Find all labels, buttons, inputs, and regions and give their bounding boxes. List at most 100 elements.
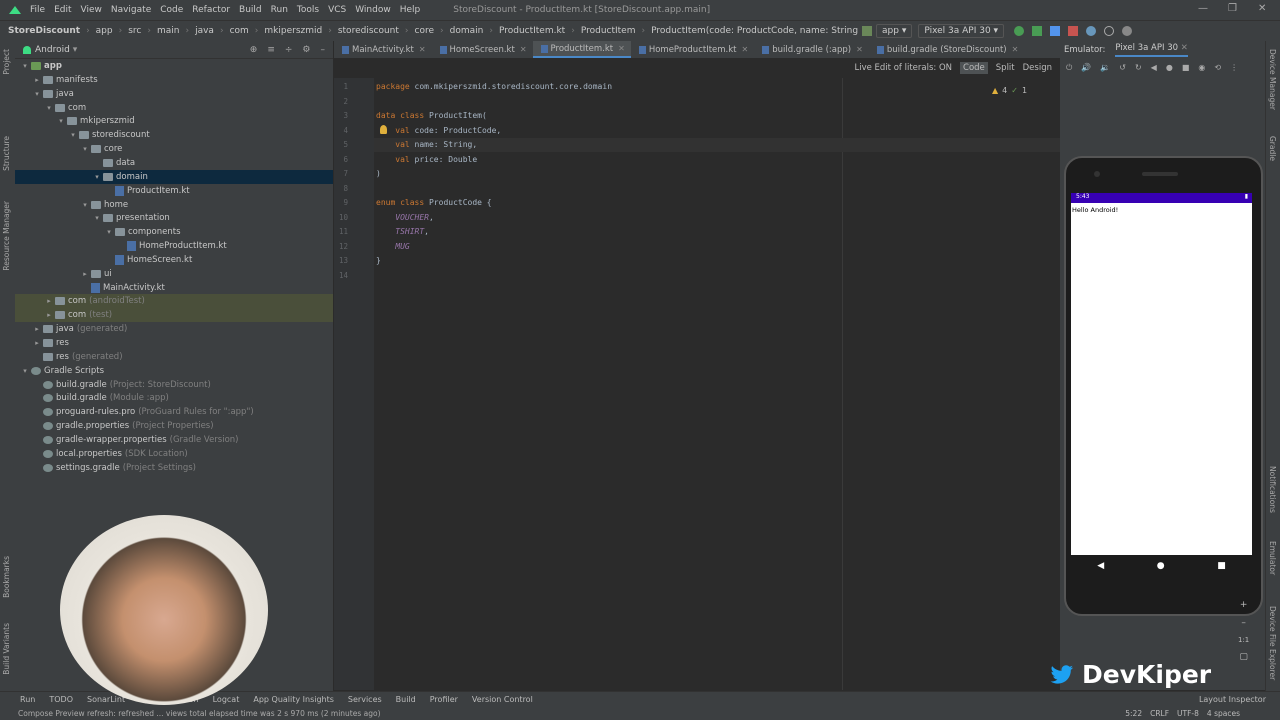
layout-inspector-button[interactable]: Layout Inspector — [1199, 695, 1266, 704]
chevron-right-icon[interactable]: ▸ — [33, 339, 41, 347]
editor-tab[interactable]: build.gradle (:app) ✕ — [754, 41, 869, 58]
menu-item-window[interactable]: Window — [355, 5, 391, 15]
run-config-select[interactable]: app ▾ — [876, 24, 913, 38]
tree-item[interactable]: ▾ com — [15, 101, 333, 115]
tree-item[interactable]: local.properties (SDK Location) — [15, 447, 333, 461]
menu-item-file[interactable]: File — [30, 5, 45, 15]
chevron-right-icon[interactable]: ▸ — [81, 270, 89, 278]
hammer-icon[interactable] — [862, 26, 872, 36]
chevron-down-icon[interactable]: ▾ — [81, 145, 89, 153]
notifications-tool-tab[interactable]: Notifications — [1268, 466, 1277, 513]
hide-icon[interactable]: – — [321, 45, 326, 55]
chevron-down-icon[interactable]: ▾ — [81, 201, 89, 209]
breadcrumb-item[interactable]: mkiperszmid — [264, 26, 322, 36]
close-tab-icon[interactable]: ✕ — [1181, 43, 1188, 53]
emulator-tool-tab[interactable]: Emulator — [1268, 541, 1277, 575]
power-icon[interactable]: ⏻ — [1066, 63, 1072, 73]
locate-icon[interactable]: ⊕ — [250, 45, 258, 55]
build-variants-tool-tab[interactable]: Build Variants — [2, 623, 11, 675]
device-screen[interactable]: Hello Android! — [1071, 193, 1252, 555]
tree-item[interactable]: ▾ components — [15, 225, 333, 239]
minimize-icon[interactable]: — — [1198, 3, 1208, 14]
close-icon[interactable]: ✕ — [742, 45, 749, 54]
settings-icon[interactable] — [1122, 26, 1133, 36]
tool-window-version-control[interactable]: Version Control — [472, 695, 533, 704]
menu-item-navigate[interactable]: Navigate — [111, 5, 151, 15]
overview-icon[interactable]: ■ — [1182, 63, 1190, 73]
nav-home-icon[interactable]: ● — [1157, 561, 1165, 571]
tree-item[interactable]: ▾ storediscount — [15, 128, 333, 142]
caret-position[interactable]: 5:22 — [1125, 709, 1142, 718]
editor-tab[interactable]: ProductItem.kt ✕ — [532, 41, 631, 58]
chevron-down-icon[interactable]: ▾ — [21, 367, 29, 375]
profile-icon[interactable] — [1050, 26, 1061, 36]
menu-item-help[interactable]: Help — [400, 5, 421, 15]
tree-item[interactable]: ▾ home — [15, 198, 333, 212]
project-tool-tab[interactable]: Project — [2, 49, 11, 75]
file-encoding[interactable]: UTF-8 — [1177, 709, 1199, 718]
breadcrumb-item[interactable]: src — [128, 26, 141, 36]
tree-item[interactable]: ▾ presentation — [15, 211, 333, 225]
chevron-down-icon[interactable]: ▾ — [69, 131, 77, 139]
zoom-in-icon[interactable]: + — [1240, 600, 1248, 610]
debug-icon[interactable] — [1032, 26, 1043, 36]
tree-item[interactable]: ▸ res — [15, 336, 333, 350]
tool-window-profiler[interactable]: Profiler — [430, 695, 458, 704]
breadcrumb-item[interactable]: ProductItem — [581, 26, 636, 36]
breadcrumb-item[interactable]: storediscount — [338, 26, 399, 36]
chevron-down-icon[interactable]: ▾ — [93, 173, 101, 181]
tree-item[interactable]: ▾ Gradle Scripts — [15, 364, 333, 378]
tree-item[interactable]: settings.gradle (Project Settings) — [15, 461, 333, 475]
project-view-mode-select[interactable]: Android — [35, 45, 70, 55]
expand-all-icon[interactable]: ÷ — [285, 45, 293, 55]
tree-item[interactable]: gradle.properties (Project Properties) — [15, 419, 333, 433]
zoom-actual-button[interactable]: 1:1 — [1238, 636, 1249, 644]
design-view-button[interactable]: Design — [1023, 63, 1052, 73]
close-icon[interactable]: ✕ — [1012, 45, 1019, 54]
tree-item[interactable]: HomeProductItem.kt — [15, 239, 333, 253]
close-icon[interactable]: ✕ — [618, 44, 625, 53]
structure-tool-tab[interactable]: Structure — [2, 136, 11, 171]
chevron-down-icon[interactable]: ▾ — [33, 90, 41, 98]
restore-icon[interactable]: ❐ — [1228, 3, 1237, 14]
tool-window-todo[interactable]: TODO — [49, 695, 73, 704]
chevron-down-icon[interactable]: ▾ — [105, 228, 113, 236]
tree-item[interactable]: build.gradle (Project: StoreDiscount) — [15, 378, 333, 392]
tree-item[interactable]: ▾ app — [15, 59, 333, 73]
tree-item[interactable]: ProductItem.kt — [15, 184, 333, 198]
collapse-all-icon[interactable]: ≡ — [267, 45, 275, 55]
menu-item-tools[interactable]: Tools — [297, 5, 319, 15]
tree-item[interactable]: ▸ java (generated) — [15, 322, 333, 336]
device-file-explorer-tool-tab[interactable]: Device File Explorer — [1268, 606, 1277, 680]
breadcrumb-item[interactable]: ProductItem.kt — [499, 26, 565, 36]
menu-item-build[interactable]: Build — [239, 5, 262, 15]
menu-item-refactor[interactable]: Refactor — [192, 5, 230, 15]
search-icon[interactable] — [1104, 26, 1115, 36]
chevron-down-icon[interactable]: ▾ — [73, 45, 78, 55]
bookmarks-tool-tab[interactable]: Bookmarks — [2, 556, 11, 598]
tool-window-sonarlint[interactable]: SonarLint — [87, 695, 125, 704]
rotate-right-icon[interactable]: ↻ — [1135, 63, 1142, 73]
menu-item-edit[interactable]: Edit — [54, 5, 71, 15]
gradle-tool-tab[interactable]: Gradle — [1268, 136, 1277, 161]
chevron-right-icon[interactable]: ▸ — [33, 325, 41, 333]
chevron-down-icon[interactable]: ▾ — [57, 117, 65, 125]
stop-icon[interactable] — [1068, 26, 1079, 36]
zoom-out-icon[interactable]: – — [1241, 618, 1246, 628]
volume-up-icon[interactable]: 🔊 — [1081, 63, 1091, 73]
editor-tab[interactable]: MainActivity.kt ✕ — [334, 41, 432, 58]
editor-tab[interactable]: build.gradle (StoreDiscount) ✕ — [869, 41, 1025, 58]
tree-item[interactable]: res (generated) — [15, 350, 333, 364]
line-separator[interactable]: CRLF — [1150, 709, 1169, 718]
live-edit-toggle[interactable]: Live Edit of literals: ON — [855, 63, 953, 73]
breadcrumb-item[interactable]: java — [195, 26, 214, 36]
device-manager-tool-tab[interactable]: Device Manager — [1268, 49, 1277, 110]
breadcrumb-item[interactable]: app — [96, 26, 113, 36]
tree-item[interactable]: ▾ mkiperszmid — [15, 114, 333, 128]
tree-item[interactable]: ▸ com (androidTest) — [15, 294, 333, 309]
tree-item[interactable]: ▾ java — [15, 87, 333, 101]
tool-window-logcat[interactable]: Logcat — [213, 695, 240, 704]
menu-item-vcs[interactable]: VCS — [328, 5, 346, 15]
breadcrumb-item[interactable]: main — [157, 26, 180, 36]
more-icon[interactable]: ⋮ — [1230, 63, 1238, 73]
